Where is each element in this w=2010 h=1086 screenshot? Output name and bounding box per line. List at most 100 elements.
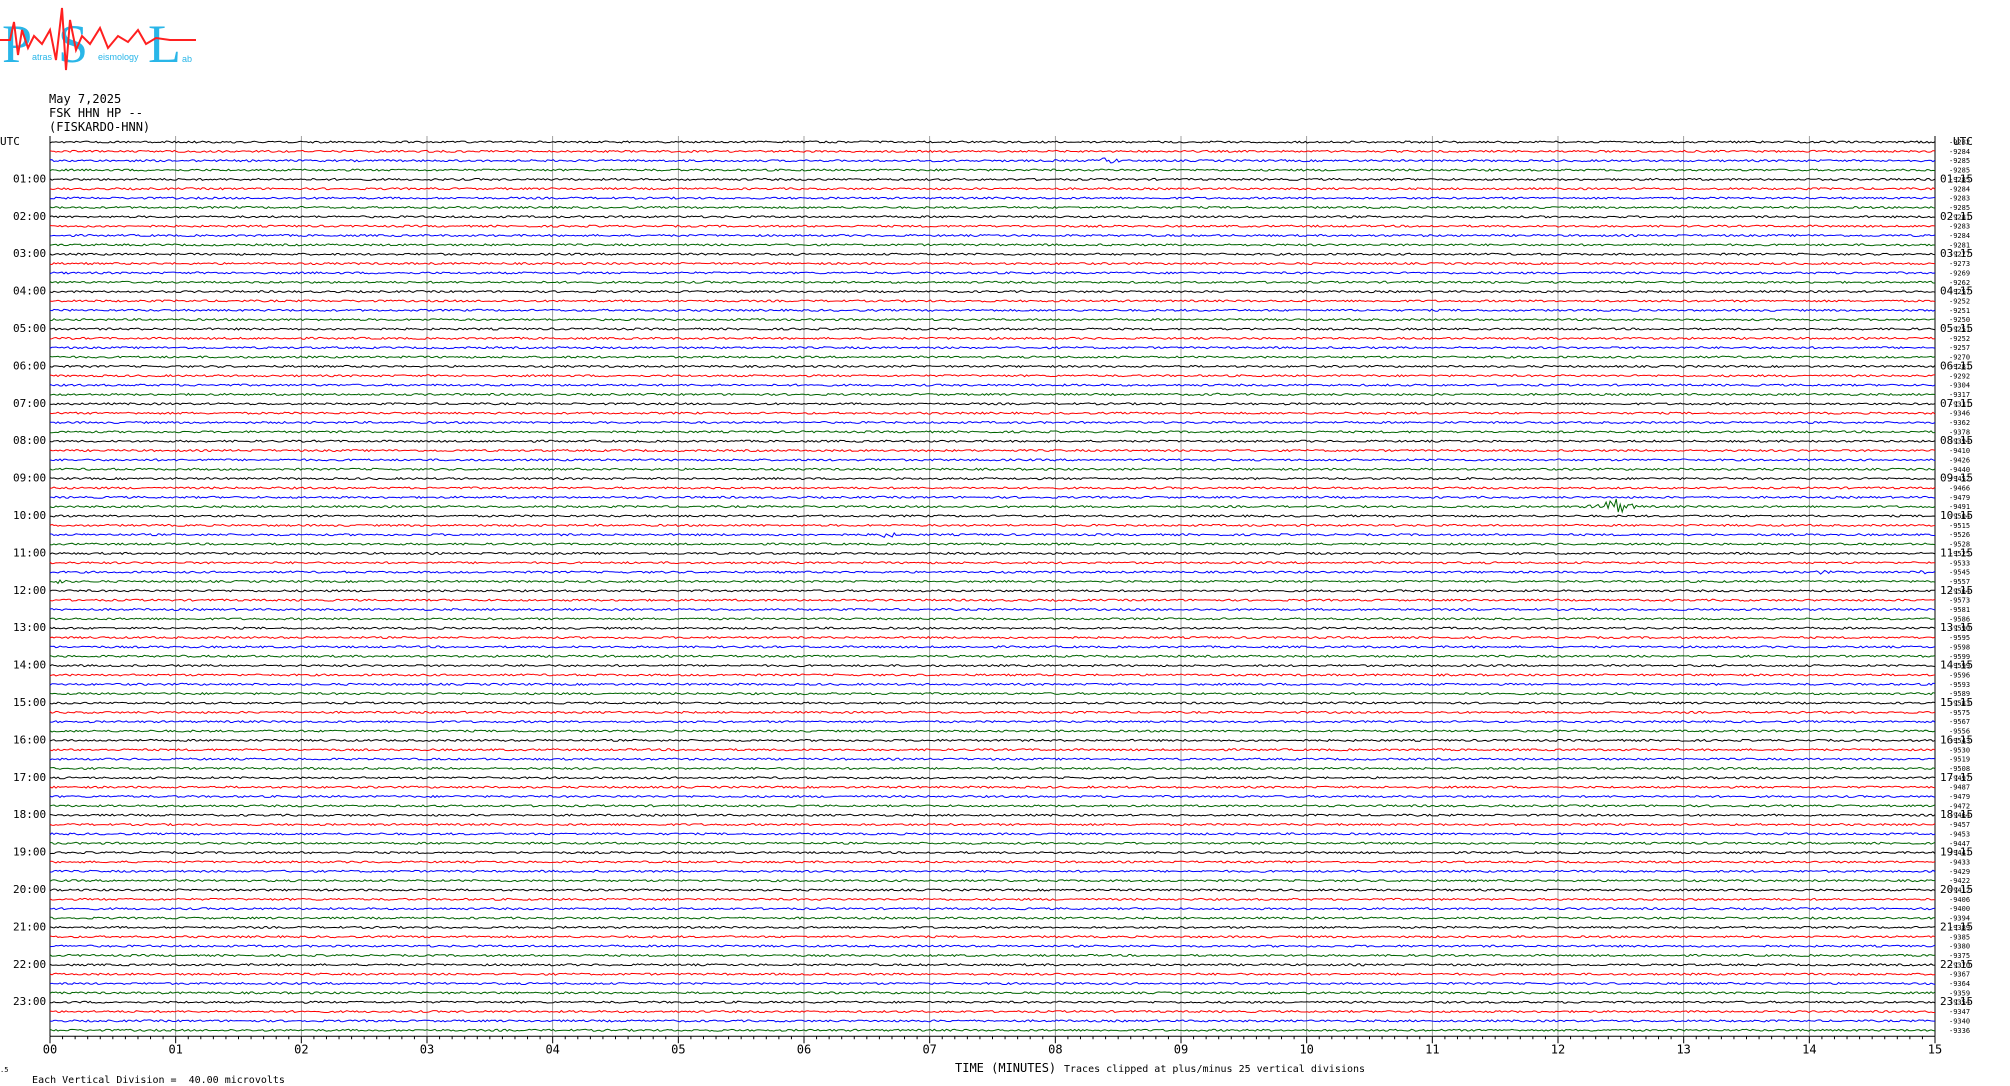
trace-offset-label: -9283: [1949, 195, 1970, 203]
hour-label-left: 19:00: [13, 846, 46, 859]
trace-offset-label: -9466: [1949, 484, 1970, 492]
seismic-trace: [49, 542, 1936, 546]
seismic-trace: [49, 1019, 1935, 1023]
seismic-trace: [49, 972, 1936, 976]
hour-label-left: 14:00: [13, 659, 46, 672]
hour-label-right: 16:15: [1940, 733, 1973, 746]
trace-offset-label: -9284: [1949, 148, 1970, 156]
seismic-trace: [49, 523, 1936, 527]
trace-offset-label: -9479: [1949, 494, 1970, 502]
trace-offset-label: -9284: [1949, 232, 1970, 240]
trace-offset-label: -9283: [1949, 223, 1970, 231]
trace-offset-label: -9573: [1949, 597, 1970, 605]
seismic-trace: [49, 897, 1936, 901]
seismic-trace: [49, 157, 1936, 164]
seismic-trace: [49, 822, 1936, 827]
x-tick-label: 00: [43, 1042, 57, 1056]
seismic-trace: [49, 346, 1936, 350]
trace-offset-label: -9304: [1949, 382, 1970, 390]
x-tick-label: 15: [1928, 1042, 1942, 1056]
x-axis-title: TIME (MINUTES): [955, 1061, 1057, 1075]
trace-offset-label: -9433: [1949, 858, 1970, 866]
trace-offset-label: -9251: [1949, 307, 1970, 315]
hour-label-left: 22:00: [13, 958, 46, 971]
x-tick-label: 08: [1048, 1042, 1062, 1056]
trace-offset-label: -9346: [1949, 410, 1970, 418]
hour-label-left: 17:00: [13, 771, 46, 784]
seismic-trace: [49, 813, 1936, 817]
seismic-trace: [49, 531, 1935, 538]
hour-label-left: 16:00: [13, 733, 46, 746]
seismic-trace: [49, 243, 1936, 247]
hour-label-right: 21:15: [1940, 920, 1973, 933]
x-tick-label: 11: [1425, 1042, 1439, 1056]
seismic-trace: [49, 991, 1936, 995]
seismic-trace: [49, 729, 1936, 733]
utc-label-left: UTC: [0, 135, 20, 148]
hour-label-left: 12:00: [13, 584, 46, 597]
trace-offset-label: -9453: [1949, 830, 1970, 838]
hour-label-right: 14:15: [1940, 659, 1973, 672]
seismic-trace: [49, 467, 1936, 472]
trace-offset-label: -9515: [1949, 522, 1970, 530]
trace-offset-label: -9336: [1949, 1027, 1970, 1035]
seismic-trace: [49, 860, 1936, 864]
hour-label-right: 23:15: [1940, 995, 1973, 1008]
hour-label-right: 17:15: [1940, 771, 1973, 784]
hour-label-left: 21:00: [13, 920, 46, 933]
seismic-trace: [49, 252, 1936, 256]
hour-label-left: 01:00: [13, 172, 46, 185]
seismic-trace: [49, 663, 1936, 668]
seismic-trace: [49, 486, 1936, 490]
trace-offset-label: -9400: [1949, 905, 1970, 913]
hour-label-right: 05:15: [1940, 322, 1973, 335]
x-tick-label: 03: [420, 1042, 434, 1056]
seismic-trace: [49, 1028, 1936, 1032]
seismic-trace: [50, 1000, 1936, 1004]
x-tick-label: 06: [797, 1042, 811, 1056]
seismic-trace: [49, 271, 1936, 275]
trace-offset-label: -9596: [1949, 671, 1970, 679]
x-tick-label: 13: [1676, 1042, 1690, 1056]
seismic-trace: [49, 757, 1936, 761]
trace-offset-label: -9340: [1949, 1017, 1970, 1025]
seismic-trace: [49, 635, 1936, 640]
seismic-trace: [49, 448, 1936, 453]
hour-label-left: 15:00: [13, 696, 46, 709]
trace-offset-label: -9533: [1949, 559, 1970, 567]
seismic-trace: [49, 430, 1936, 434]
seismic-trace: [49, 1009, 1935, 1014]
seismic-trace: [49, 196, 1936, 200]
trace-offset-label: -9487: [1949, 784, 1970, 792]
clip-note: Traces clipped at plus/minus 25 vertical…: [1064, 1064, 1366, 1075]
utc-label-right: UTC: [1953, 135, 1973, 148]
seismic-trace: [49, 514, 1936, 518]
seismic-trace: [49, 963, 1936, 967]
hour-label-right: 19:15: [1940, 846, 1973, 859]
seismic-trace: [49, 476, 1936, 481]
hour-label-right: 03:15: [1940, 247, 1973, 260]
trace-offset-label: -9347: [1949, 1008, 1970, 1016]
hour-label-right: 01:15: [1940, 172, 1973, 185]
x-tick-label: 04: [545, 1042, 559, 1056]
trace-offset-label: -9479: [1949, 793, 1970, 801]
seismic-trace: [49, 701, 1936, 705]
hour-label-left: 07:00: [13, 397, 46, 410]
trace-offset-label: -9595: [1949, 634, 1970, 642]
seismic-trace: [49, 261, 1936, 266]
seismic-trace: [49, 832, 1936, 836]
trace-offset-label: -9457: [1949, 821, 1970, 829]
hour-label-left: 03:00: [13, 247, 46, 260]
hour-label-left: 04:00: [13, 285, 46, 298]
seismic-trace: [49, 215, 1936, 219]
hour-label-left: 06:00: [13, 359, 46, 372]
hour-label-right: 20:15: [1940, 883, 1973, 896]
seismic-trace: [49, 420, 1936, 425]
seismic-trace: [49, 458, 1936, 462]
trace-offset-label: -9364: [1949, 980, 1970, 988]
helicorder-plot: 00 01 02 03 04 05 06 07 08 09 10 11 12 13 14 15-9282-92…: [0, 135, 1973, 1056]
x-tick-label: 02: [294, 1042, 308, 1056]
hour-label-right: 22:15: [1940, 958, 1973, 971]
seismic-trace: [49, 692, 1936, 696]
seismic-trace: [49, 551, 1936, 556]
